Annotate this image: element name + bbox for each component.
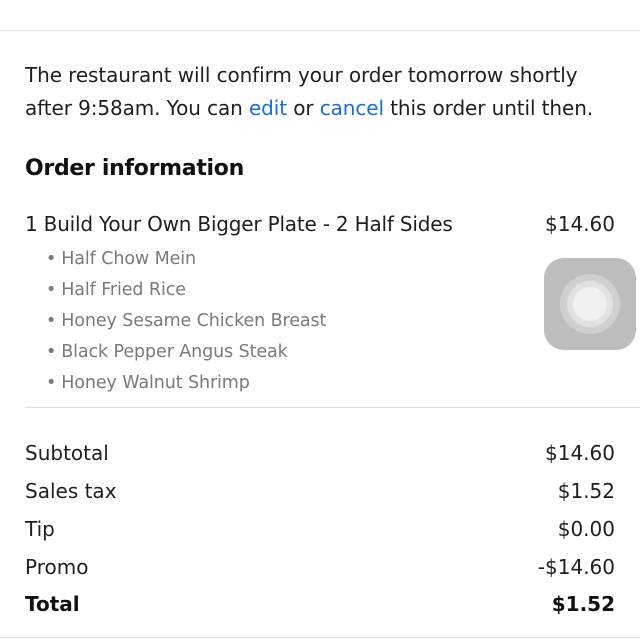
subtotal-label: Subtotal bbox=[25, 441, 109, 465]
total-row: Total $1.52 bbox=[25, 590, 615, 620]
confirmation-message: The restaurant will confirm your order t… bbox=[25, 59, 625, 125]
sales-tax-row: Sales tax $1.52 bbox=[25, 477, 615, 507]
item-modifier: Honey Walnut Shrimp bbox=[46, 368, 326, 399]
tip-row: Tip $0.00 bbox=[25, 515, 615, 545]
top-divider bbox=[0, 30, 640, 31]
edit-order-link[interactable]: edit bbox=[249, 96, 287, 120]
subtotal-value: $14.60 bbox=[545, 441, 615, 465]
order-information-title: Order information bbox=[25, 156, 244, 181]
confirmation-text-end: this order until then. bbox=[383, 96, 594, 120]
item-modifier: Black Pepper Angus Steak bbox=[46, 337, 326, 368]
confirmation-text-middle: or bbox=[286, 96, 320, 120]
order-item: 1 Build Your Own Bigger Plate - 2 Half S… bbox=[25, 210, 615, 240]
sales-tax-label: Sales tax bbox=[25, 479, 117, 503]
total-label: Total bbox=[25, 592, 80, 616]
total-value: $1.52 bbox=[551, 592, 615, 616]
item-modifier: Honey Sesame Chicken Breast bbox=[46, 306, 326, 337]
order-item-price: $14.60 bbox=[545, 212, 615, 236]
item-modifier: Half Fried Rice bbox=[46, 275, 326, 306]
tip-value: $0.00 bbox=[557, 517, 615, 541]
subtotal-row: Subtotal $14.60 bbox=[25, 439, 615, 469]
tip-label: Tip bbox=[25, 517, 55, 541]
item-modifier: Half Chow Mein bbox=[46, 244, 326, 275]
sales-tax-value: $1.52 bbox=[557, 479, 615, 503]
promo-label: Promo bbox=[25, 555, 89, 579]
order-item-name: 1 Build Your Own Bigger Plate - 2 Half S… bbox=[25, 212, 453, 236]
promo-value: -$14.60 bbox=[537, 555, 615, 579]
bottom-divider bbox=[0, 637, 640, 638]
cancel-order-link[interactable]: cancel bbox=[320, 96, 384, 120]
promo-row: Promo -$14.60 bbox=[25, 553, 615, 583]
summary-divider bbox=[25, 407, 640, 408]
item-modifier-list: Half Chow Mein Half Fried Rice Honey Ses… bbox=[46, 244, 326, 399]
assistive-touch-button[interactable] bbox=[544, 258, 636, 350]
